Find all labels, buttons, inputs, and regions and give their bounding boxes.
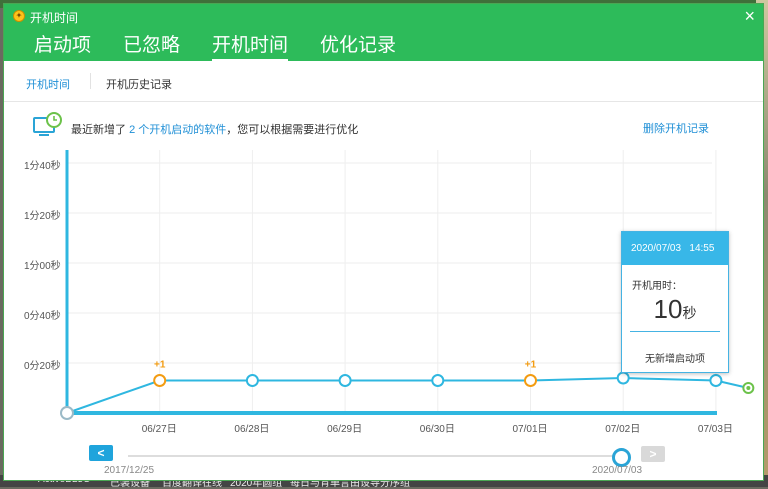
x-tick-label: 06/27日	[141, 424, 177, 435]
y-tick-label: 0分20秒	[24, 361, 61, 372]
data-point-new-startup	[524, 374, 537, 387]
tooltip-value-unit: 秒	[682, 305, 697, 321]
tooltip-date: 2020/07/03	[631, 243, 682, 254]
data-point-selected-dot	[746, 386, 751, 390]
range-prev-button[interactable]: <	[89, 445, 113, 461]
new-startup-badge: +1	[154, 360, 166, 371]
new-startup-badge: +1	[525, 360, 537, 371]
tooltip-footer: 无新增启动项	[645, 354, 705, 365]
x-tick-label: 06/29日	[327, 424, 363, 435]
series-line	[66, 376, 749, 414]
tooltip-time: 14:55	[689, 243, 715, 254]
tooltip-value: 10秒	[622, 294, 728, 325]
data-point-new-startup	[153, 374, 167, 387]
data-point	[245, 374, 259, 387]
range-next-button[interactable]: >	[641, 446, 665, 462]
data-point	[709, 374, 723, 387]
data-point	[338, 374, 352, 387]
tooltip-header: 2020/07/03 14:55	[622, 232, 728, 265]
data-point-origin	[60, 406, 74, 420]
y-tick-label: 1分00秒	[24, 261, 61, 272]
x-tick-label: 07/03日	[697, 424, 733, 435]
x-tick-label: 06/28日	[234, 424, 270, 435]
y-tick-label: 1分20秒	[24, 211, 61, 222]
tooltip-value-number: 10	[653, 294, 683, 324]
boot-time-tooltip: 2020/07/03 14:55 开机用时： 10秒 无新增启动项	[621, 231, 729, 373]
x-tick-label: 07/02日	[605, 424, 641, 435]
range-start-date: 2017/12/25	[104, 465, 155, 476]
range-end-date: 2020/07/03	[592, 465, 643, 476]
range-slider-track[interactable]	[128, 455, 618, 457]
x-tick-label: 06/30日	[419, 424, 455, 435]
data-point	[616, 371, 630, 385]
y-tick-label: 1分40秒	[24, 161, 61, 172]
data-point	[431, 374, 445, 387]
tooltip-label: 开机用时：	[632, 281, 682, 292]
y-tick-label: 0分40秒	[24, 311, 61, 322]
x-tick-label: 07/01日	[512, 424, 548, 435]
tooltip-divider	[630, 331, 720, 332]
